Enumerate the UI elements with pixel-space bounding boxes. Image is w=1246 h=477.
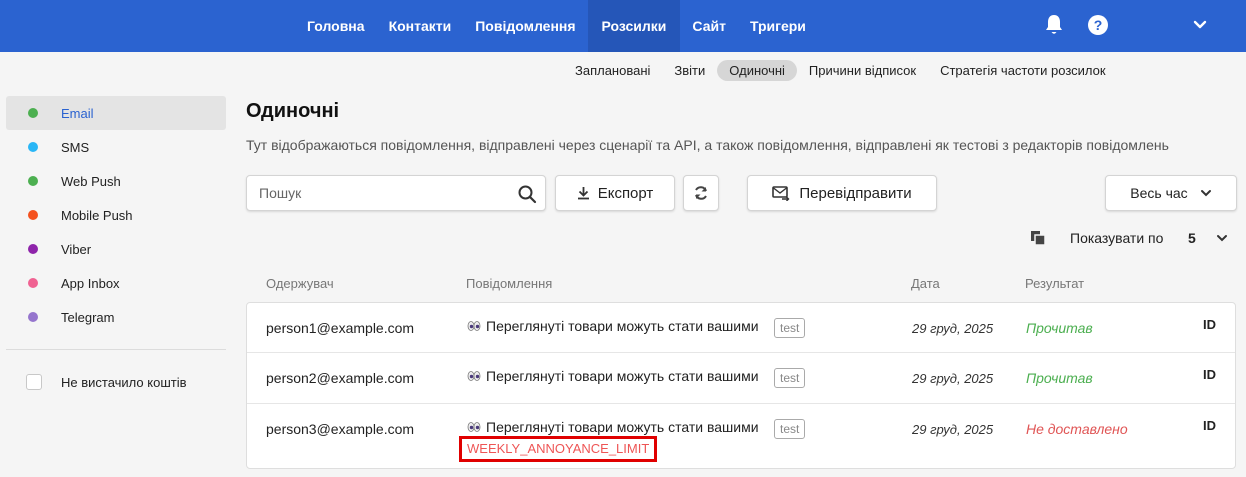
- help-icon[interactable]: ?: [1088, 15, 1108, 35]
- sidebar-divider: [6, 349, 226, 350]
- column-header-result: Результат: [1025, 276, 1085, 291]
- export-button[interactable]: Експорт: [555, 175, 675, 211]
- id-link[interactable]: ID: [1203, 367, 1216, 382]
- message-cell[interactable]: Переглянуті товари можуть стати вашими: [467, 318, 759, 334]
- refresh-icon: [695, 186, 707, 200]
- export-label: Експорт: [597, 184, 654, 202]
- sidebar-item-sms[interactable]: SMS: [6, 130, 226, 164]
- eyes-icon: [467, 321, 481, 331]
- column-header-recipient: Одержувач: [266, 276, 334, 291]
- per-page-label: Показувати по: [1070, 230, 1164, 246]
- search-field[interactable]: [246, 175, 546, 211]
- column-header-message: Повідомлення: [466, 276, 553, 291]
- sidebar-item-viber[interactable]: Viber: [6, 232, 226, 266]
- sent-date: 29 груд, 2025: [912, 371, 994, 386]
- campaign-subtabs: Заплановані Звіти Одиночні Причини відпи…: [563, 59, 1118, 81]
- nav-item-messages[interactable]: Повідомлення: [463, 0, 587, 52]
- sidebar-item-mobile-push[interactable]: Mobile Push: [6, 198, 226, 232]
- chevron-down-icon: [1200, 190, 1211, 197]
- status-dot: [28, 244, 38, 254]
- copy-icon[interactable]: [1030, 230, 1046, 246]
- nav-item-triggers[interactable]: Тригери: [738, 0, 818, 52]
- sidebar-item-email[interactable]: Email: [6, 96, 226, 130]
- search-icon[interactable]: [517, 184, 537, 204]
- eyes-icon: [467, 371, 481, 381]
- insufficient-funds-checkbox[interactable]: [26, 374, 42, 390]
- error-reason: WEEKLY_ANNOYANCE_LIMIT: [459, 436, 657, 462]
- test-badge: test: [774, 419, 806, 439]
- table-row[interactable]: person2@example.com Переглянуті товари м…: [247, 353, 1235, 404]
- page-description: Тут відображаються повідомлення, відправ…: [246, 137, 1169, 153]
- sidebar-item-label: Web Push: [61, 173, 121, 189]
- result-status: Прочитав: [1026, 320, 1093, 336]
- test-badge: test: [774, 318, 806, 338]
- filter-label: Не вистачило коштів: [61, 374, 187, 390]
- sidebar-item-web-push[interactable]: Web Push: [6, 164, 226, 198]
- chevron-down-icon[interactable]: [1192, 17, 1208, 33]
- refresh-button[interactable]: [683, 175, 719, 211]
- per-page-value[interactable]: 5: [1188, 230, 1196, 246]
- status-dot: [28, 312, 38, 322]
- test-badge: test: [774, 368, 806, 388]
- status-dot: [28, 210, 38, 220]
- id-link[interactable]: ID: [1203, 418, 1216, 433]
- filter-insufficient-funds[interactable]: Не вистачило коштів: [6, 368, 226, 396]
- resend-icon: [772, 186, 790, 201]
- message-cell[interactable]: Переглянуті товари можуть стати вашими: [467, 419, 759, 435]
- message-subject: Переглянуті товари можуть стати вашими: [486, 368, 759, 384]
- eyes-icon: [467, 422, 481, 432]
- message-subject: Переглянуті товари можуть стати вашими: [486, 419, 759, 435]
- recipient-email: person2@example.com: [266, 370, 415, 386]
- table-row[interactable]: person3@example.com Переглянуті товари м…: [247, 404, 1235, 468]
- nav-item-contacts[interactable]: Контакти: [377, 0, 464, 52]
- nav-item-home[interactable]: Головна: [295, 0, 377, 52]
- id-link[interactable]: ID: [1203, 317, 1216, 332]
- result-status: Не доставлено: [1026, 421, 1128, 437]
- recipient-email: person1@example.com: [266, 320, 415, 336]
- bell-icon[interactable]: [1044, 14, 1064, 36]
- message-cell[interactable]: Переглянуті товари можуть стати вашими: [467, 368, 759, 384]
- sent-date: 29 груд, 2025: [912, 321, 994, 336]
- page-title: Одиночні: [246, 100, 340, 122]
- sidebar-item-label: Mobile Push: [61, 207, 133, 223]
- status-dot: [28, 142, 38, 152]
- chevron-down-icon[interactable]: [1215, 231, 1229, 245]
- channel-sidebar: Email SMS Web Push Mobile Push Viber App…: [6, 96, 226, 334]
- status-dot: [28, 108, 38, 118]
- search-input[interactable]: [259, 185, 509, 201]
- tab-single[interactable]: Одиночні: [717, 59, 797, 81]
- sidebar-item-telegram[interactable]: Telegram: [6, 300, 226, 334]
- sidebar-item-label: SMS: [61, 139, 90, 155]
- table-row[interactable]: person1@example.com Переглянуті товари м…: [247, 303, 1235, 353]
- main-nav: Головна Контакти Повідомлення Розсилки С…: [295, 0, 818, 52]
- download-icon: [577, 187, 589, 200]
- sidebar-item-label: App Inbox: [61, 275, 120, 291]
- sidebar-item-app-inbox[interactable]: App Inbox: [6, 266, 226, 300]
- tab-scheduled[interactable]: Заплановані: [563, 60, 662, 81]
- tab-reports[interactable]: Звіти: [662, 60, 717, 81]
- period-select[interactable]: Весь час: [1105, 175, 1237, 211]
- status-dot: [28, 176, 38, 186]
- nav-item-campaigns[interactable]: Розсилки: [587, 0, 681, 52]
- result-status: Прочитав: [1026, 370, 1093, 386]
- resend-label: Перевідправити: [799, 184, 912, 202]
- status-dot: [28, 278, 38, 288]
- messages-table: person1@example.com Переглянуті товари м…: [246, 302, 1236, 469]
- tab-unsubscribe-reasons[interactable]: Причини відписок: [797, 60, 928, 81]
- message-subject: Переглянуті товари можуть стати вашими: [486, 318, 759, 334]
- nav-item-site[interactable]: Сайт: [680, 0, 738, 52]
- recipient-email: person3@example.com: [266, 421, 415, 437]
- column-header-date: Дата: [911, 276, 940, 291]
- tab-frequency-strategy[interactable]: Стратегія частоти розсилок: [928, 60, 1117, 81]
- sidebar-item-label: Email: [61, 105, 94, 121]
- sidebar-item-label: Telegram: [61, 309, 115, 325]
- period-value: Весь час: [1130, 185, 1188, 201]
- sidebar-item-label: Viber: [61, 241, 92, 257]
- top-navigation-bar: Головна Контакти Повідомлення Розсилки С…: [0, 0, 1246, 52]
- sent-date: 29 груд, 2025: [912, 422, 994, 437]
- resend-button[interactable]: Перевідправити: [747, 175, 937, 211]
